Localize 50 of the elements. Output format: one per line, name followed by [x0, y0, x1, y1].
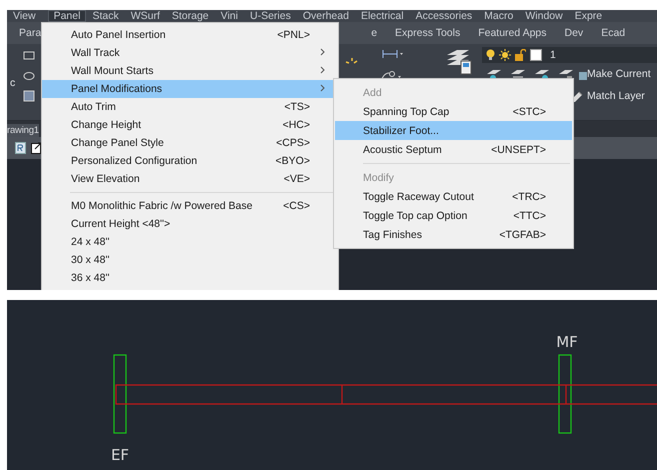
- menu-bar-item[interactable]: Panel: [48, 10, 86, 22]
- ribbon-tab[interactable]: e: [364, 27, 384, 39]
- foot-label: EF: [110, 446, 130, 464]
- menu-section-header: Modify: [363, 172, 395, 184]
- menu-item[interactable]: Toggle Top cap Option <TTC>: [335, 206, 572, 225]
- ribbon-label: c: [10, 77, 16, 89]
- bulb-icon[interactable]: [486, 49, 495, 61]
- ribbon-tab[interactable]: Para: [19, 27, 42, 39]
- menu-bar-item[interactable]: Vini: [214, 10, 244, 22]
- layer-name: 1: [550, 49, 556, 61]
- r-file-icon[interactable]: [15, 142, 26, 154]
- menu-bar-item[interactable]: U-Series: [244, 10, 297, 22]
- match-layer-button[interactable]: Match Layer: [587, 90, 645, 102]
- ribbon-tab[interactable]: Featured Apps: [471, 27, 554, 39]
- menu-bar-item[interactable]: Storage: [166, 10, 215, 22]
- menu-item[interactable]: Toggle Raceway Cutout <TRC>: [335, 187, 572, 206]
- foot-label: MF: [556, 333, 578, 351]
- menu-item[interactable]: Tag Finishes <TGFAB>: [335, 225, 572, 244]
- menu-section-header: Add: [363, 86, 383, 98]
- sun-icon[interactable]: [499, 49, 511, 61]
- make-current-button[interactable]: Make Current: [587, 68, 651, 80]
- ellipse-tool-icon[interactable]: [23, 71, 35, 81]
- padlock-icon[interactable]: [515, 49, 526, 61]
- menu-item[interactable]: Stabilizer Foot...: [335, 121, 572, 140]
- document-tab[interactable]: rawing1: [7, 124, 39, 137]
- layer-color-swatch[interactable]: [530, 49, 542, 61]
- menu-bar-item[interactable]: Accessories: [410, 10, 478, 22]
- ribbon-tab[interactable]: Dev: [558, 27, 590, 39]
- hatch-tool-icon[interactable]: [23, 90, 35, 102]
- rectangle-tool-icon[interactable]: [23, 50, 35, 60]
- ribbon-tab[interactable]: Ecad: [594, 27, 632, 39]
- menu-bar-item[interactable]: Expre: [568, 10, 608, 22]
- export-icon[interactable]: [31, 142, 42, 154]
- menu-bar-item[interactable]: WSurf: [124, 10, 166, 22]
- layer-stack-icon[interactable]: [445, 47, 473, 75]
- menu-item[interactable]: 36 x 48'': [42, 269, 338, 287]
- ribbon-tab[interactable]: Express Tools: [388, 27, 468, 39]
- dimension-icon[interactable]: [382, 49, 404, 59]
- menu-item[interactable]: Acoustic Septum <UNSEPT>: [335, 140, 572, 159]
- menu-bar-item[interactable]: Macro: [478, 10, 520, 22]
- menu-bar-item[interactable]: Electrical: [354, 10, 410, 22]
- menu-item[interactable]: 30 x 48'': [42, 251, 338, 269]
- menu-bar-item[interactable]: Stack: [86, 10, 125, 22]
- menu-bar-item[interactable]: View: [7, 10, 42, 22]
- menu-bar-item[interactable]: Window: [519, 10, 569, 22]
- menu-item[interactable]: Wall Track: [42, 44, 338, 62]
- menu-item[interactable]: Auto Panel Insertion <PNL>: [42, 26, 338, 44]
- menu-bar-item[interactable]: Overhead: [296, 10, 355, 22]
- menu-item[interactable]: Wall Mount Starts: [42, 62, 338, 80]
- menu-item[interactable]: Spanning Top Cap <STC>: [335, 102, 572, 121]
